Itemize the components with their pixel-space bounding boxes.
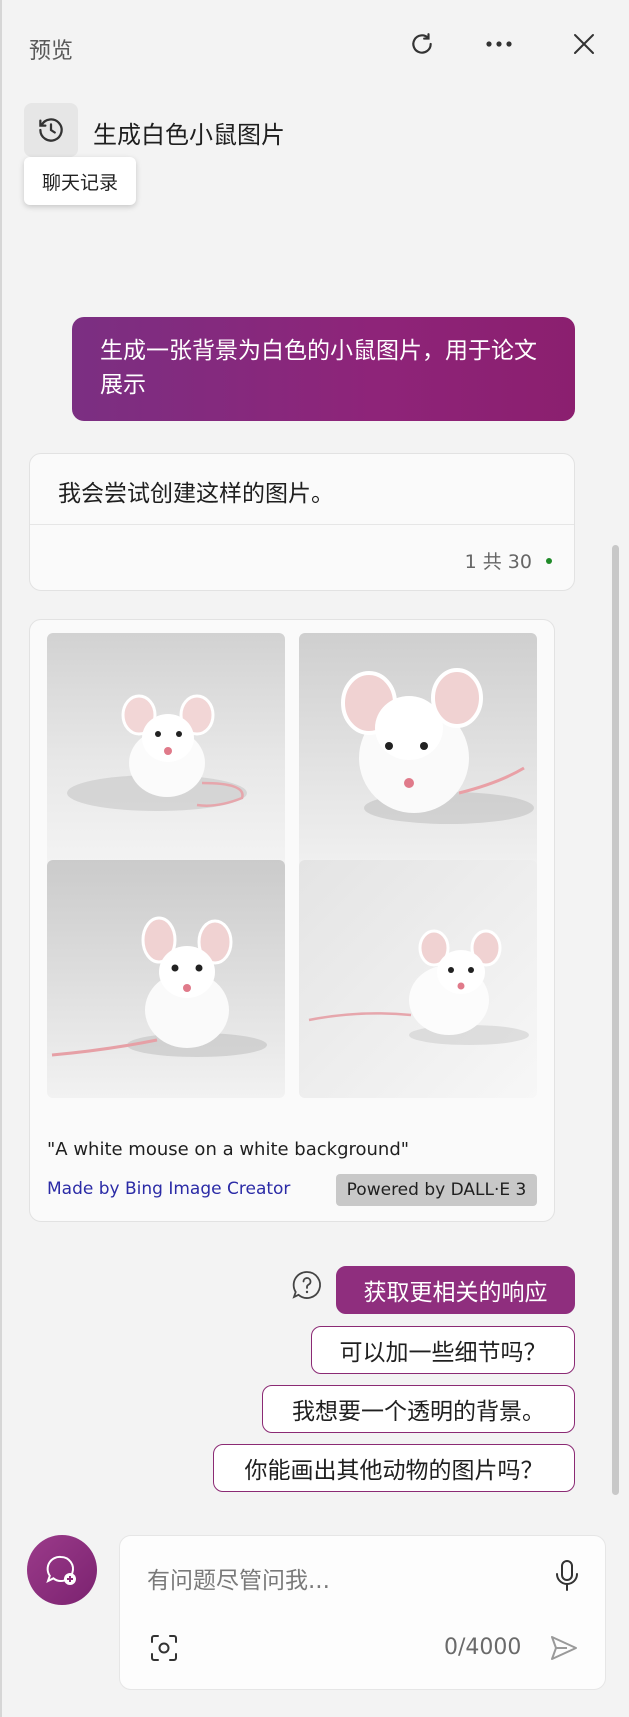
chat-history-tooltip: 聊天记录 (24, 157, 136, 205)
suggestion-more-relevant[interactable]: 获取更相关的响应 (336, 1266, 575, 1314)
generated-image-1[interactable] (47, 633, 285, 871)
more-icon (486, 41, 512, 47)
powered-by-badge: Powered by DALL·E 3 (336, 1174, 537, 1206)
chat-history-button[interactable] (24, 103, 78, 157)
divider (30, 524, 574, 525)
suggestion-chip[interactable]: 你能画出其他动物的图片吗？ (213, 1444, 575, 1492)
panel-border (0, 0, 2, 1717)
user-message: 生成一张背景为白色的小鼠图片，用于论文展示 (72, 317, 575, 421)
close-button[interactable] (566, 26, 602, 62)
scrollbar[interactable] (612, 545, 619, 1495)
turn-counter: 1 共 30 (464, 551, 532, 573)
more-button[interactable] (481, 26, 517, 62)
visual-search-icon[interactable] (148, 1632, 180, 1664)
chat-input[interactable]: 有问题尽管问我... (147, 1561, 330, 1595)
chat-input-box[interactable]: 有问题尽管问我... 0/4000 (119, 1535, 606, 1690)
bot-message: 我会尝试创建这样的图片。 1 共 30 (29, 453, 575, 591)
bot-message-footer: 1 共 30 (465, 547, 552, 574)
header-title: 预览 (29, 39, 74, 64)
image-caption: "A white mouse on a white background" (47, 1139, 410, 1160)
bing-image-creator-link[interactable]: Made by Bing Image Creator (47, 1179, 290, 1199)
bot-message-text: 我会尝试创建这样的图片。 (58, 481, 334, 507)
microphone-icon[interactable] (551, 1558, 583, 1594)
send-icon[interactable] (547, 1631, 581, 1665)
new-chat-icon (46, 1555, 76, 1585)
status-dot (546, 557, 552, 564)
history-icon (39, 118, 63, 142)
header: 预览 (0, 0, 629, 92)
close-icon (574, 34, 594, 54)
suggestion-chip[interactable]: 我想要一个透明的背景。 (262, 1385, 575, 1433)
generated-image-4[interactable] (299, 860, 537, 1098)
suggestion-chip[interactable]: 可以加一些细节吗？ (311, 1326, 575, 1374)
help-icon[interactable] (290, 1268, 324, 1302)
generated-image-3[interactable] (47, 860, 285, 1098)
refresh-button[interactable] (404, 26, 440, 62)
new-topic-button[interactable] (27, 1535, 97, 1605)
refresh-icon (412, 33, 432, 54)
image-result-card: "A white mouse on a white background" Ma… (29, 619, 555, 1222)
conversation-title: 生成白色小鼠图片 (93, 121, 285, 149)
generated-image-2[interactable] (299, 633, 537, 871)
character-count: 0/4000 (444, 1635, 522, 1660)
